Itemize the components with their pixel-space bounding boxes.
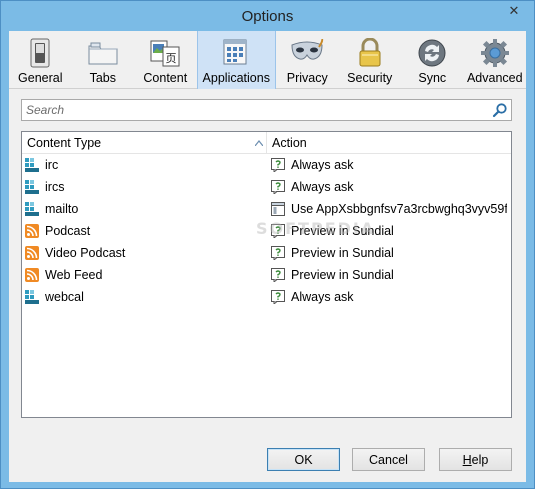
table-row[interactable]: Video Podcast Preview in Sundial [22, 242, 511, 264]
feed-icon [25, 224, 39, 238]
action-cell[interactable]: Always ask [271, 154, 507, 176]
dialog-client: General Tabs 页 Content Applications Priv… [9, 31, 526, 482]
content-type-cell: webcal [25, 286, 265, 308]
dialog-button-bar: OK Cancel Help [9, 432, 526, 482]
search-box[interactable] [21, 99, 512, 121]
pane-label: Applications [202, 71, 270, 85]
pane-privacy[interactable]: Privacy [276, 31, 339, 89]
ok-button[interactable]: OK [267, 448, 340, 471]
feed-icon [25, 246, 39, 260]
list-rows: irc Always ask ircs Always ask mailto Us… [22, 154, 511, 308]
protocol-icon [25, 202, 39, 216]
ask-icon [271, 224, 285, 238]
search-icon[interactable] [492, 102, 508, 118]
sync-icon [415, 37, 449, 69]
content-type-label: mailto [45, 202, 79, 216]
content-type-list[interactable]: Content Type Action irc Always ask ircs … [21, 131, 512, 418]
ask-icon [271, 158, 285, 172]
action-label: Always ask [291, 290, 354, 304]
content-type-cell: Video Podcast [25, 242, 265, 264]
content-type-cell: Web Feed [25, 264, 265, 286]
pane-label: Tabs [89, 71, 116, 85]
action-label: Preview in Sundial [291, 246, 394, 260]
svg-text:页: 页 [166, 52, 177, 65]
pane-security[interactable]: Security [338, 31, 401, 89]
folder-tabs-icon [86, 37, 120, 69]
action-cell[interactable]: Use AppXsbbgnfsv7a3rcbwghq3vyv59f... [271, 198, 507, 220]
preferences-toolbar: General Tabs 页 Content Applications Priv… [9, 31, 526, 89]
ask-icon [271, 246, 285, 260]
content-type-label: Podcast [45, 224, 91, 238]
action-cell[interactable]: Preview in Sundial [271, 242, 507, 264]
applications-icon [219, 37, 253, 69]
action-cell[interactable]: Always ask [271, 286, 507, 308]
pane-label: Sync [418, 71, 447, 85]
action-cell[interactable]: Preview in Sundial [271, 220, 507, 242]
column-header-action[interactable]: Action [267, 132, 511, 154]
pane-label: Content [143, 71, 188, 85]
close-icon: ✕ [508, 3, 520, 19]
pane-applications[interactable]: Applications [196, 31, 276, 89]
content-type-label: webcal [45, 290, 84, 304]
pane-general[interactable]: General [9, 31, 72, 89]
sort-ascending-icon [255, 140, 263, 146]
table-row[interactable]: webcal Always ask [22, 286, 511, 308]
action-cell[interactable]: Always ask [271, 176, 507, 198]
applications-panel: Content Type Action irc Always ask [9, 89, 526, 482]
protocol-icon [25, 158, 39, 172]
content-type-cell: Podcast [25, 220, 265, 242]
content-type-label: Video Podcast [45, 246, 126, 260]
action-cell[interactable]: Preview in Sundial [271, 264, 507, 286]
content-type-label: Web Feed [45, 268, 103, 282]
help-label: elp [471, 452, 489, 467]
padlock-icon [353, 37, 387, 69]
pane-tabs[interactable]: Tabs [72, 31, 135, 89]
table-row[interactable]: ircs Always ask [22, 176, 511, 198]
pane-label: General [18, 71, 63, 85]
content-type-label: ircs [45, 180, 65, 194]
pane-label: Privacy [286, 71, 328, 85]
content-type-cell: ircs [25, 176, 265, 198]
ask-icon [271, 268, 285, 282]
table-row[interactable]: mailto Use AppXsbbgnfsv7a3rcbwghq3vyv59f… [22, 198, 511, 220]
gear-icon [478, 37, 512, 69]
action-label: Always ask [291, 158, 354, 172]
cancel-button[interactable]: Cancel [352, 448, 425, 471]
protocol-icon [25, 290, 39, 304]
ask-icon [271, 180, 285, 194]
mask-icon [290, 37, 324, 69]
pane-content[interactable]: 页 Content [134, 31, 197, 89]
column-header-content-type[interactable]: Content Type [22, 132, 267, 154]
pane-sync[interactable]: Sync [401, 31, 464, 89]
switch-icon [23, 37, 57, 69]
options-window: Options ✕ General Tabs 页 Content Applica… [0, 0, 535, 489]
pane-advanced[interactable]: Advanced [464, 31, 527, 89]
search-input[interactable] [22, 100, 487, 120]
window-title: Options [241, 8, 294, 25]
action-label: Preview in Sundial [291, 224, 394, 238]
table-row[interactable]: Podcast Preview in Sundial [22, 220, 511, 242]
action-label: Always ask [291, 180, 354, 194]
feed-icon [25, 268, 39, 282]
content-type-label: irc [45, 158, 59, 172]
table-row[interactable]: irc Always ask [22, 154, 511, 176]
content-page-icon: 页 [148, 37, 182, 69]
help-mnemonic: H [462, 452, 472, 467]
protocol-icon [25, 180, 39, 194]
content-type-cell: mailto [25, 198, 265, 220]
action-label: Preview in Sundial [291, 268, 394, 282]
ask-icon [271, 290, 285, 304]
title-bar[interactable]: Options ✕ [1, 1, 534, 31]
action-label: Use AppXsbbgnfsv7a3rcbwghq3vyv59f... [291, 202, 507, 216]
app-window-icon [271, 202, 285, 216]
list-header: Content Type Action [22, 132, 511, 154]
pane-label: Advanced [466, 71, 523, 85]
content-type-cell: irc [25, 154, 265, 176]
help-button[interactable]: Help [439, 448, 512, 471]
pane-label: Security [347, 71, 393, 85]
close-button[interactable]: ✕ [499, 1, 529, 21]
table-row[interactable]: Web Feed Preview in Sundial [22, 264, 511, 286]
